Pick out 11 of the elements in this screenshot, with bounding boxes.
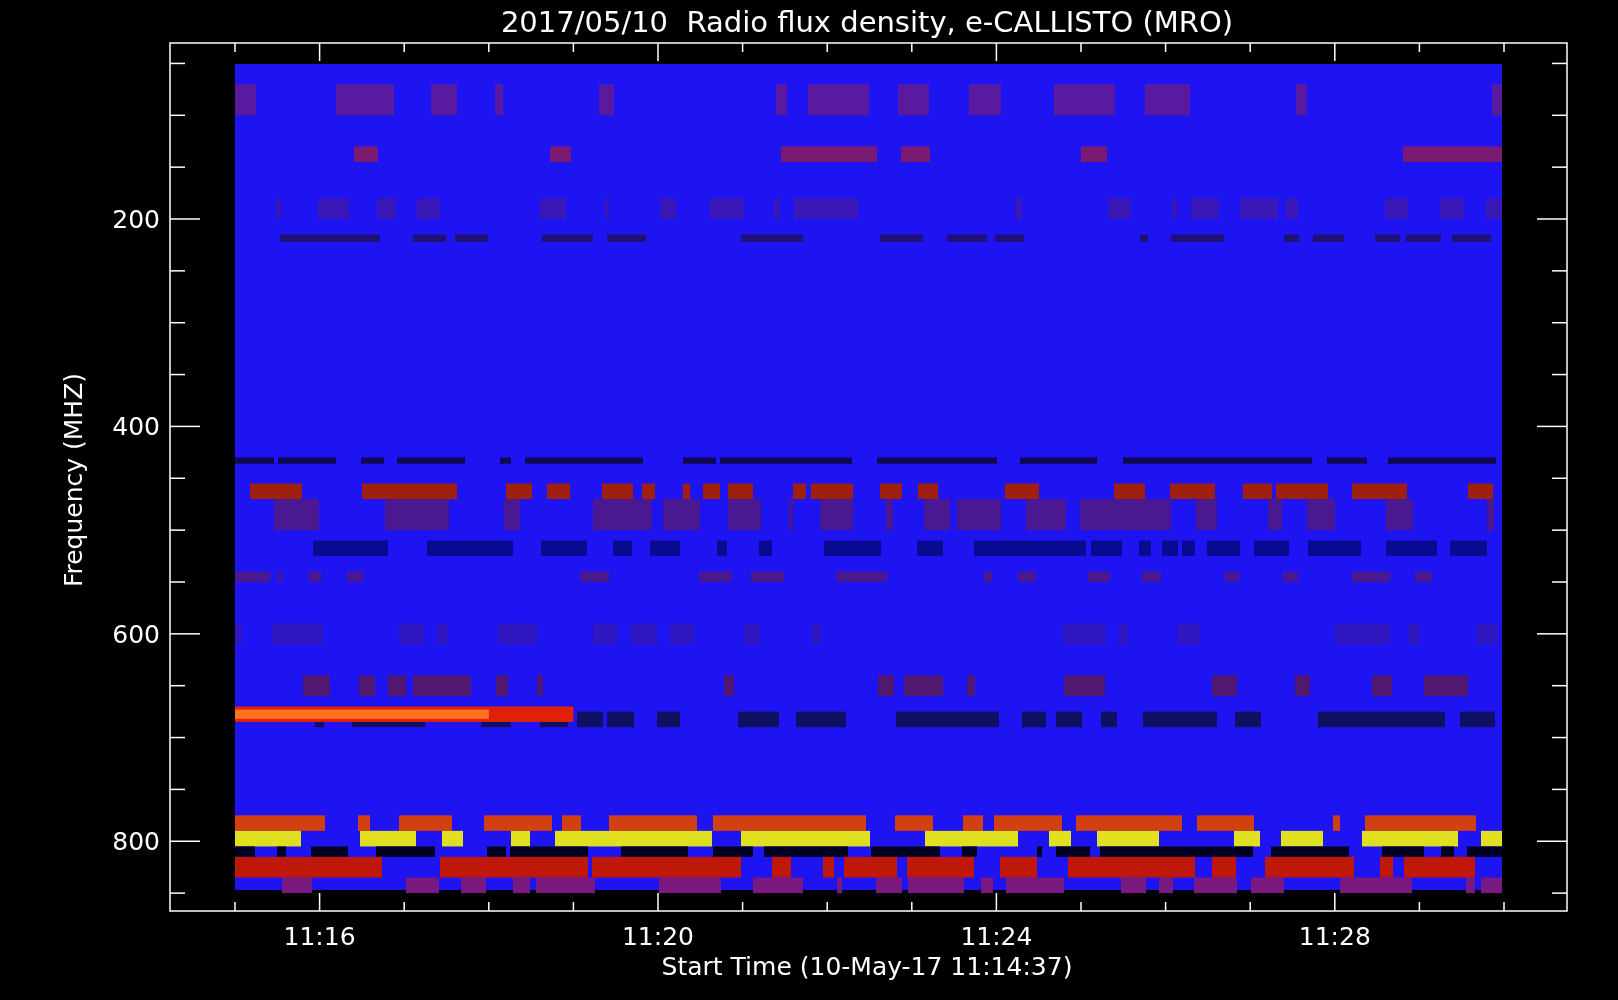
x-tick-label: 11:20 xyxy=(622,922,694,951)
x-tick-label: 11:16 xyxy=(283,922,356,951)
chart-title: 2017/05/10 Radio flux density, e-CALLISTO (MRO) xyxy=(500,5,1234,39)
x-axis-title: Start Time (10-May-17 11:14:37) xyxy=(661,952,1073,981)
y-axis-title: Frequency (MHZ) xyxy=(59,372,88,588)
x-tick-label: 11:24 xyxy=(960,922,1033,951)
y-tick-label: 200 xyxy=(112,205,160,234)
y-tick-label: 800 xyxy=(112,827,160,857)
x-tick-label: 11:28 xyxy=(1298,922,1371,951)
y-tick-label: 400 xyxy=(112,412,160,442)
y-tick-label: 600 xyxy=(112,619,160,649)
